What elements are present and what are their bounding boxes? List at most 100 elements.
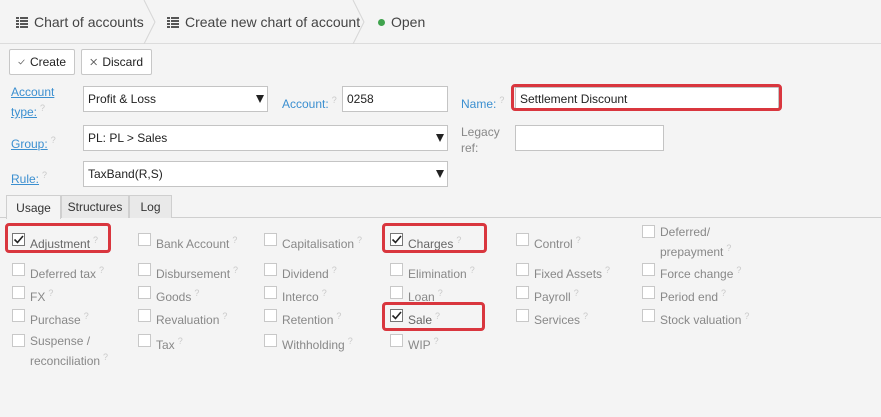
usage-checkbox-interco[interactable]: Interco?: [264, 285, 374, 305]
rule-select[interactable]: TaxBand(R,S): [83, 161, 448, 187]
checkbox-icon[interactable]: [138, 263, 151, 276]
checkbox-icon[interactable]: [264, 286, 277, 299]
help-icon: ?: [42, 170, 48, 180]
checkbox-icon[interactable]: [138, 286, 151, 299]
checkbox-icon[interactable]: [138, 309, 151, 322]
checkbox-icon[interactable]: [516, 263, 529, 276]
rule-label[interactable]: Rule:?: [11, 167, 47, 187]
usage-checkbox-goods[interactable]: Goods?: [138, 285, 248, 305]
usage-checkbox-dividend[interactable]: Dividend?: [264, 262, 374, 282]
help-icon: ?: [721, 288, 727, 298]
checkbox-icon[interactable]: [264, 263, 277, 276]
group-label[interactable]: Group:?: [11, 132, 56, 152]
checkbox-icon[interactable]: [516, 233, 529, 246]
checkbox-icon[interactable]: [12, 309, 25, 322]
usage-checkbox-wip[interactable]: WIP?: [390, 333, 500, 353]
usage-checkbox-label: Dividend?: [282, 265, 337, 281]
checkbox-icon[interactable]: [516, 309, 529, 322]
help-icon: ?: [336, 311, 342, 321]
breadcrumb-separator: [352, 0, 365, 44]
tab-log[interactable]: Log: [129, 195, 172, 218]
name-field-highlight: [511, 84, 782, 111]
usage-checkbox-capitalisation[interactable]: Capitalisation?: [264, 232, 374, 252]
checkbox-icon[interactable]: [642, 286, 655, 299]
usage-checkbox-fixed-assets[interactable]: Fixed Assets?: [516, 262, 626, 282]
checkbox-icon[interactable]: [642, 309, 655, 322]
usage-checkbox-label: Disbursement?: [156, 265, 239, 281]
checkbox-icon[interactable]: [264, 233, 277, 246]
checkbox-icon[interactable]: [264, 334, 277, 347]
account-field[interactable]: 0258: [342, 86, 448, 112]
usage-checkbox-label: Stock valuation?: [660, 311, 750, 327]
checkbox-icon[interactable]: [642, 263, 655, 276]
checkbox-icon[interactable]: [390, 334, 403, 347]
grid-icon: [16, 16, 28, 28]
usage-checkbox-tax[interactable]: Tax?: [138, 333, 248, 353]
help-icon: ?: [573, 288, 579, 298]
tab-structures[interactable]: Structures: [61, 195, 129, 218]
usage-checkbox-force-change[interactable]: Force change?: [642, 262, 762, 282]
usage-checkbox-services[interactable]: Services?: [516, 308, 626, 328]
help-icon: ?: [499, 95, 505, 105]
usage-checkbox-deferred-tax[interactable]: Deferred tax?: [12, 262, 122, 282]
account-type-value: Profit & Loss: [88, 92, 157, 106]
usage-checkbox-payroll[interactable]: Payroll?: [516, 285, 626, 305]
usage-checkbox-withholding[interactable]: Withholding?: [264, 333, 374, 353]
checkbox-icon[interactable]: [264, 309, 277, 322]
create-button[interactable]: Create: [9, 49, 75, 75]
help-icon: ?: [48, 288, 54, 298]
checkbox-icon[interactable]: [390, 263, 403, 276]
usage-checkbox-purchase[interactable]: Purchase?: [12, 308, 122, 328]
create-button-label: Create: [29, 55, 66, 69]
breadcrumb-separator: [143, 0, 156, 44]
sale-highlight: [382, 302, 485, 331]
checkbox-icon[interactable]: [390, 286, 403, 299]
breadcrumb-open[interactable]: Open: [378, 0, 425, 44]
checkbox-icon[interactable]: [516, 286, 529, 299]
checkbox-icon[interactable]: [138, 334, 151, 347]
usage-checkbox-deferred-prepayment[interactable]: Deferred/ prepayment?: [642, 224, 762, 260]
usage-checkbox-elimination[interactable]: Elimination?: [390, 262, 500, 282]
discard-button[interactable]: Discard: [81, 49, 152, 75]
account-type-label[interactable]: Account type:?: [11, 84, 63, 120]
help-icon: ?: [194, 288, 200, 298]
help-icon: ?: [99, 265, 105, 275]
checkbox-icon[interactable]: [12, 286, 25, 299]
legacy-ref-field[interactable]: [515, 125, 664, 151]
breadcrumb-chart-of-accounts[interactable]: Chart of accounts: [16, 0, 144, 44]
help-icon: ?: [605, 265, 611, 275]
checkbox-icon[interactable]: [12, 334, 25, 347]
usage-checkbox-bank-account[interactable]: Bank Account?: [138, 232, 248, 252]
account-value: 0258: [347, 92, 374, 106]
help-icon: ?: [469, 265, 475, 275]
usage-checkbox-label: Withholding?: [282, 336, 353, 352]
account-type-select[interactable]: Profit & Loss: [83, 86, 268, 112]
rule-value: TaxBand(R,S): [88, 167, 163, 181]
help-icon: ?: [232, 235, 238, 245]
help-icon: ?: [83, 311, 89, 321]
help-icon: ?: [103, 352, 109, 362]
breadcrumb-create-new[interactable]: Create new chart of account: [167, 0, 360, 44]
usage-checkbox-label: Period end?: [660, 288, 727, 304]
usage-checkbox-stock-valuation[interactable]: Stock valuation?: [642, 308, 762, 328]
checkbox-icon[interactable]: [138, 233, 151, 246]
help-icon: ?: [357, 235, 363, 245]
checkbox-icon[interactable]: [12, 263, 25, 276]
usage-checkbox-label: Deferred tax?: [30, 265, 105, 281]
usage-checkbox-control[interactable]: Control?: [516, 232, 626, 252]
usage-checkbox-suspense-reconciliation[interactable]: Suspense / reconciliation?: [12, 333, 122, 369]
tab-usage[interactable]: Usage: [6, 195, 61, 219]
group-select[interactable]: PL: PL > Sales: [83, 125, 448, 151]
breadcrumb-label: Create new chart of account: [185, 14, 361, 30]
checkbox-icon[interactable]: [642, 225, 655, 238]
usage-checkbox-revaluation[interactable]: Revaluation?: [138, 308, 248, 328]
usage-checkbox-label: Tax?: [156, 336, 183, 352]
usage-checkbox-disbursement[interactable]: Disbursement?: [138, 262, 248, 282]
breadcrumb: Chart of accounts Create new chart of ac…: [0, 0, 881, 44]
usage-checkbox-retention[interactable]: Retention?: [264, 308, 374, 328]
adjustment-highlight: [5, 223, 111, 253]
usage-checkbox-fx[interactable]: FX?: [12, 285, 122, 305]
usage-checkbox-period-end[interactable]: Period end?: [642, 285, 762, 305]
help-icon: ?: [583, 311, 589, 321]
help-icon: ?: [233, 265, 239, 275]
